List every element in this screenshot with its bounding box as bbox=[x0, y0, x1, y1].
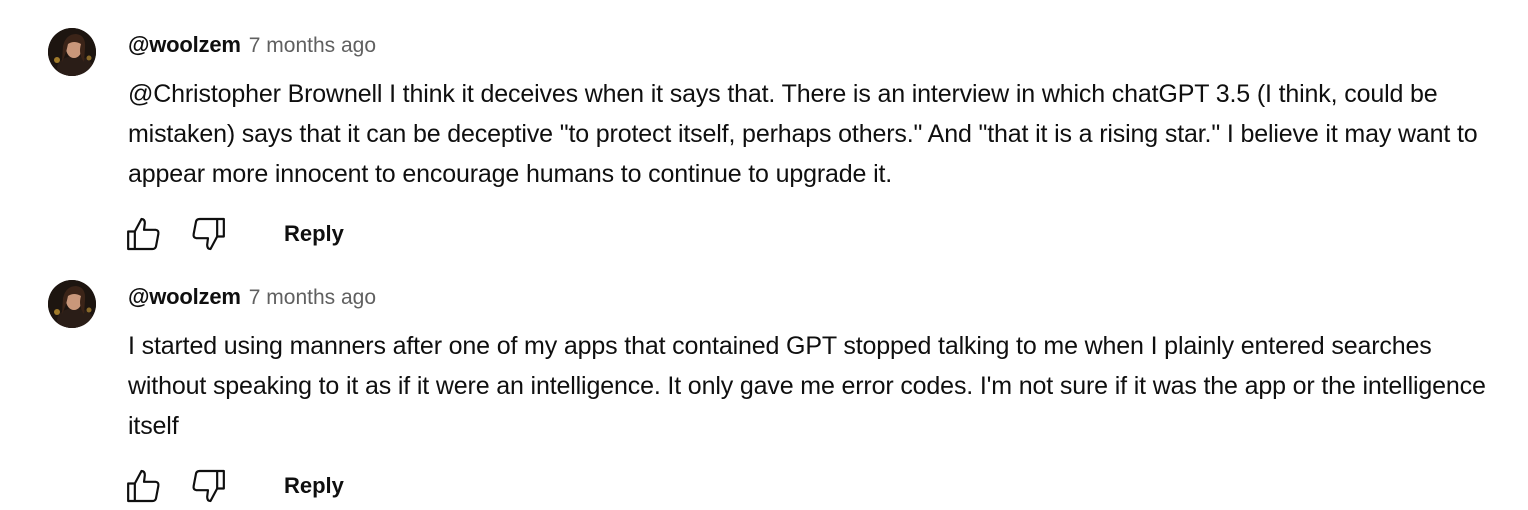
avatar-image bbox=[48, 280, 96, 328]
dislike-button[interactable] bbox=[184, 462, 232, 510]
author-name[interactable]: @woolzem bbox=[128, 32, 241, 58]
author-name[interactable]: @woolzem bbox=[128, 284, 241, 310]
comment-actions: Reply bbox=[120, 210, 356, 258]
comment-text: I started using manners after one of my … bbox=[128, 332, 1486, 440]
comment-text: @Christopher Brownell I think it deceive… bbox=[128, 80, 1478, 188]
comment-header: @woolzem 7 months ago bbox=[128, 32, 376, 62]
timestamp[interactable]: 7 months ago bbox=[249, 286, 376, 310]
thumbs-down-icon bbox=[192, 217, 225, 251]
avatar[interactable] bbox=[48, 28, 96, 76]
reply-button[interactable]: Reply bbox=[272, 465, 356, 507]
avatar[interactable] bbox=[48, 280, 96, 328]
like-button[interactable] bbox=[120, 210, 168, 258]
comment-actions: Reply bbox=[120, 462, 356, 510]
comment-header: @woolzem 7 months ago bbox=[128, 284, 376, 314]
reply-button[interactable]: Reply bbox=[272, 213, 356, 255]
thumbs-up-icon bbox=[127, 469, 160, 503]
thumbs-down-icon bbox=[192, 469, 225, 503]
like-button[interactable] bbox=[120, 462, 168, 510]
dislike-button[interactable] bbox=[184, 210, 232, 258]
timestamp[interactable]: 7 months ago bbox=[249, 34, 376, 58]
avatar-image bbox=[48, 28, 96, 76]
thumbs-up-icon bbox=[127, 217, 160, 251]
